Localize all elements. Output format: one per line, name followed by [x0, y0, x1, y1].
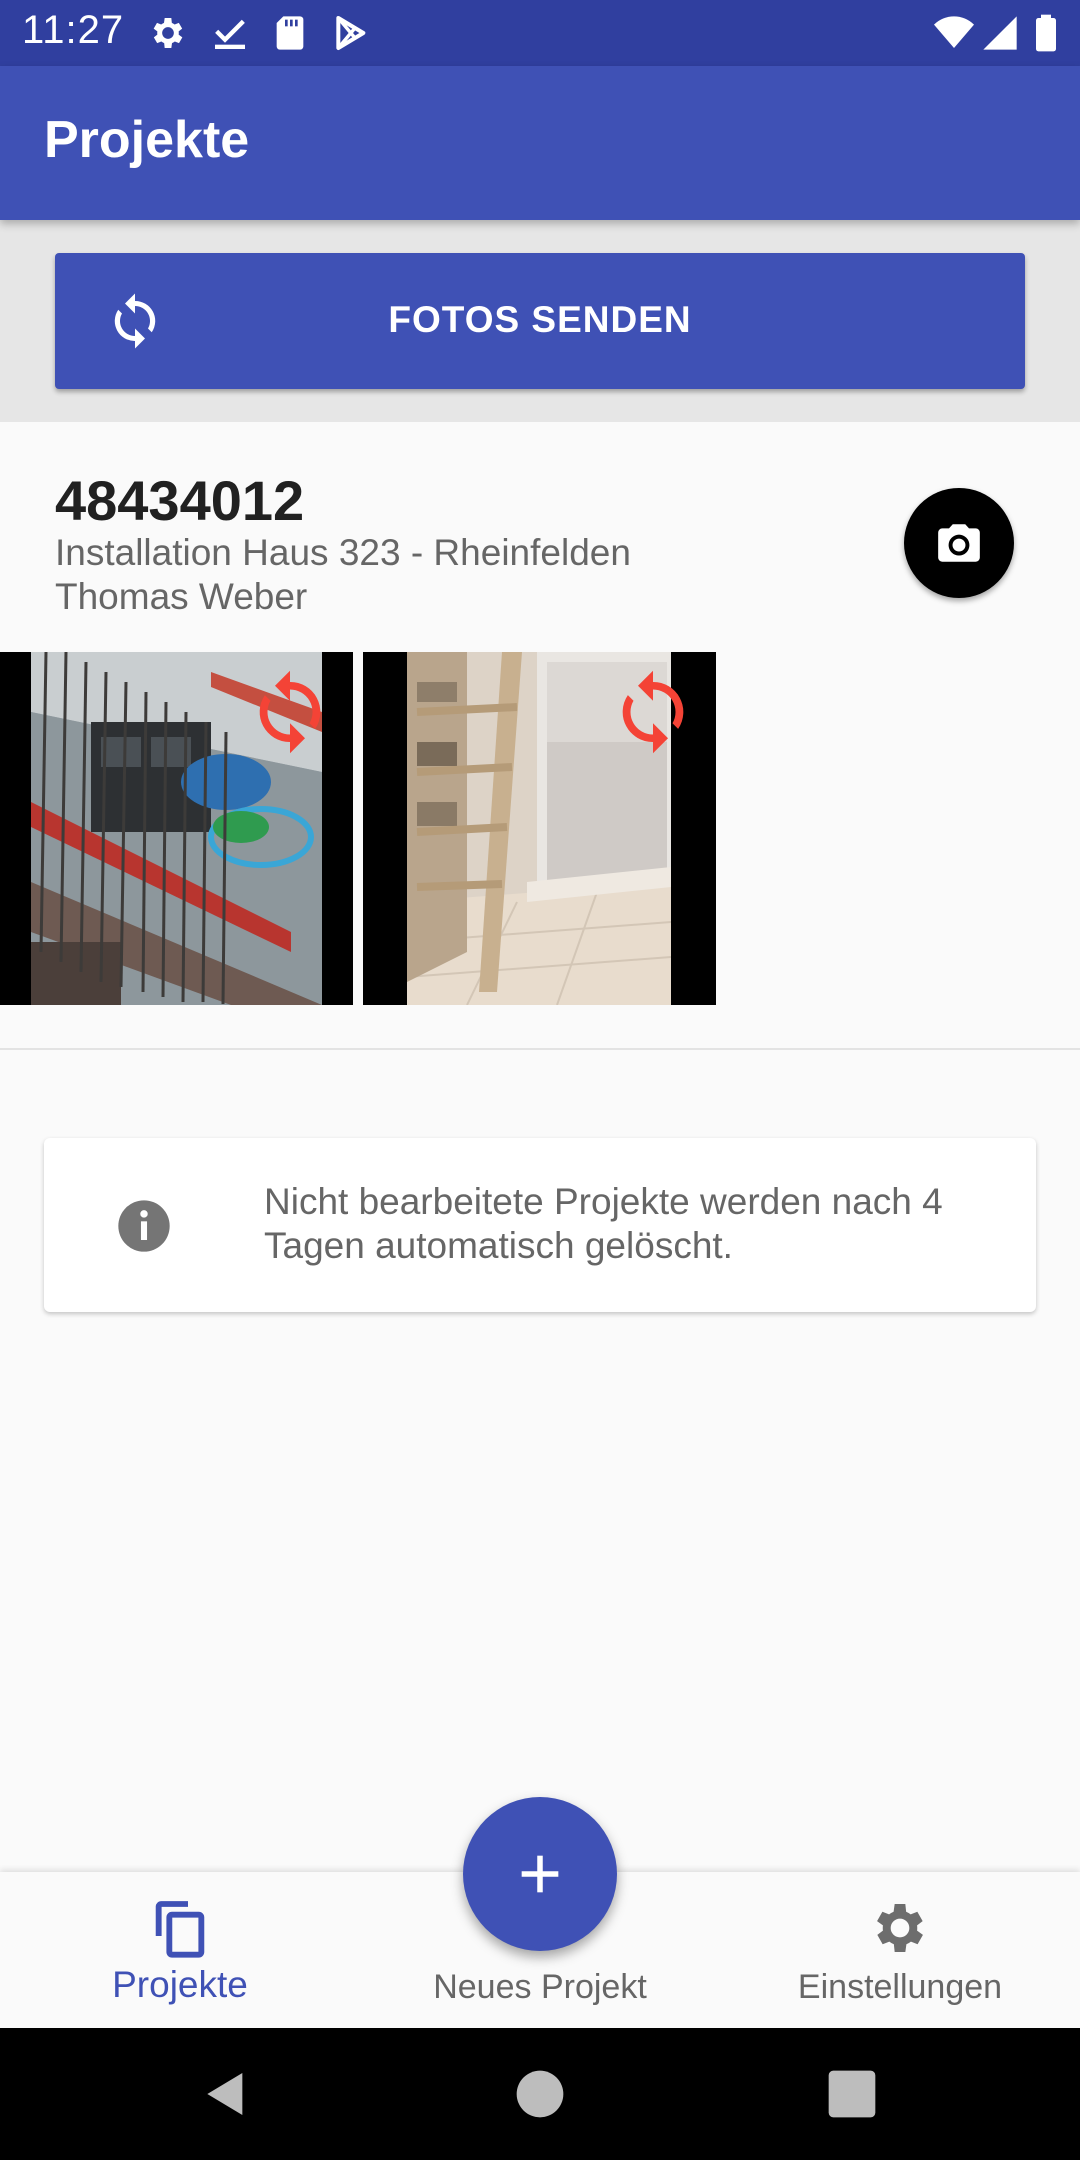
check-download-icon [215, 19, 245, 49]
status-bar: 11:27 [0, 0, 1080, 66]
camera-icon [938, 524, 980, 562]
info-icon [118, 1200, 170, 1252]
project-owner: Thomas Weber [55, 576, 308, 617]
nav-item-einstellungen[interactable]: Einstellungen [790, 1872, 1010, 2028]
plus-icon [521, 1855, 559, 1893]
auto-delete-notice: Nicht bearbeitete Projekte werden nach 4… [264, 1181, 943, 1266]
send-photos-label: FOTOS SENDEN [388, 299, 692, 340]
take-photo-button[interactable] [904, 488, 1014, 598]
back-icon[interactable] [198, 2066, 254, 2122]
project-description: Installation Haus 323 - Rheinfelden [55, 532, 631, 573]
recents-icon[interactable] [824, 2066, 880, 2122]
copy-icon [155, 1901, 205, 1958]
app-bar: Projekte [0, 66, 1080, 220]
photo-thumbnail[interactable] [363, 652, 716, 1005]
photo-thumbnail[interactable] [0, 652, 353, 1005]
sd-card-icon [276, 16, 304, 50]
sync-area: FOTOS SENDEN [0, 220, 1080, 422]
info-card: Nicht bearbeitete Projekte werden nach 4… [44, 1138, 1036, 1312]
sync-pending-icon [259, 670, 321, 754]
nav-label-einstellungen: Einstellungen [797, 1968, 1003, 2006]
signal-icon [983, 16, 1017, 50]
battery-icon [1036, 14, 1056, 52]
gear-icon [153, 18, 183, 48]
play-store-icon [336, 16, 366, 50]
status-time: 11:27 [22, 8, 125, 52]
project-card[interactable]: 48434012 Installation Haus 323 - Rheinfe… [0, 422, 1080, 1050]
nav-label-neues-projekt: Neues Projekt [433, 1968, 647, 2006]
page-title: Projekte [44, 111, 250, 169]
gear-icon [877, 1904, 923, 1952]
nav-item-projekte[interactable]: Projekte [80, 1872, 280, 2028]
home-icon[interactable] [512, 2066, 568, 2122]
wifi-icon [934, 16, 974, 48]
project-id: 48434012 [55, 469, 305, 532]
nav-label-projekte: Projekte [112, 1964, 248, 2005]
send-photos-button[interactable]: FOTOS SENDEN [55, 253, 1025, 389]
system-navigation-bar [0, 2028, 1080, 2160]
sync-pending-icon [622, 670, 684, 754]
new-project-fab[interactable] [463, 1797, 617, 1951]
